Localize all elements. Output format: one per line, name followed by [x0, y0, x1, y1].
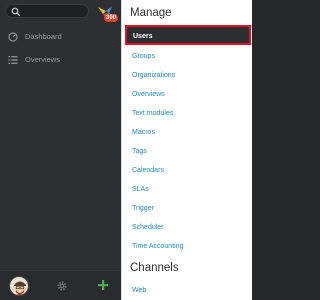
- channels-section-title: Channels: [130, 262, 179, 274]
- manage-item-scheduler[interactable]: Scheduler: [122, 218, 253, 237]
- manage-item-overviews[interactable]: Overviews: [122, 85, 253, 104]
- manage-item-trigger[interactable]: Trigger: [122, 199, 253, 218]
- dashboard-icon: [8, 32, 18, 42]
- manage-item-macros[interactable]: Macros: [122, 123, 253, 142]
- list-icon: [8, 56, 18, 64]
- manage-section-title: Manage: [130, 7, 172, 19]
- avatar-face-icon: [14, 281, 26, 295]
- manage-item-tags[interactable]: Tags: [122, 142, 253, 161]
- user-avatar[interactable]: [9, 276, 29, 296]
- gear-icon[interactable]: [56, 280, 68, 292]
- manage-item-slas[interactable]: SLAs: [122, 180, 253, 199]
- notification-count-badge[interactable]: 300: [104, 14, 119, 22]
- manage-item-users[interactable]: Users: [125, 25, 251, 45]
- manage-item-calendars[interactable]: Calendars: [122, 161, 253, 180]
- manage-item-time-accounting[interactable]: Time Accounting: [122, 237, 253, 256]
- nav-item-label: Overviews: [25, 55, 61, 64]
- nav-item-dashboard[interactable]: Dashboard: [0, 28, 121, 46]
- main-navigation: 300 Dashboard Overviews: [0, 0, 121, 300]
- channels-item-web[interactable]: Web: [122, 281, 253, 300]
- manage-item-text-modules[interactable]: Text modules: [122, 104, 253, 123]
- search-input[interactable]: [5, 4, 89, 18]
- add-icon[interactable]: [96, 278, 110, 292]
- nav-item-overviews[interactable]: Overviews: [0, 51, 121, 69]
- nav-item-label: Dashboard: [25, 32, 62, 41]
- sidebar-footer: [0, 270, 121, 300]
- manage-item-groups[interactable]: Groups: [122, 47, 253, 66]
- manage-item-organizations[interactable]: Organizations: [122, 66, 253, 85]
- manage-panel: Manage Users Groups Organizations Overvi…: [121, 0, 252, 300]
- search-icon: [11, 7, 21, 17]
